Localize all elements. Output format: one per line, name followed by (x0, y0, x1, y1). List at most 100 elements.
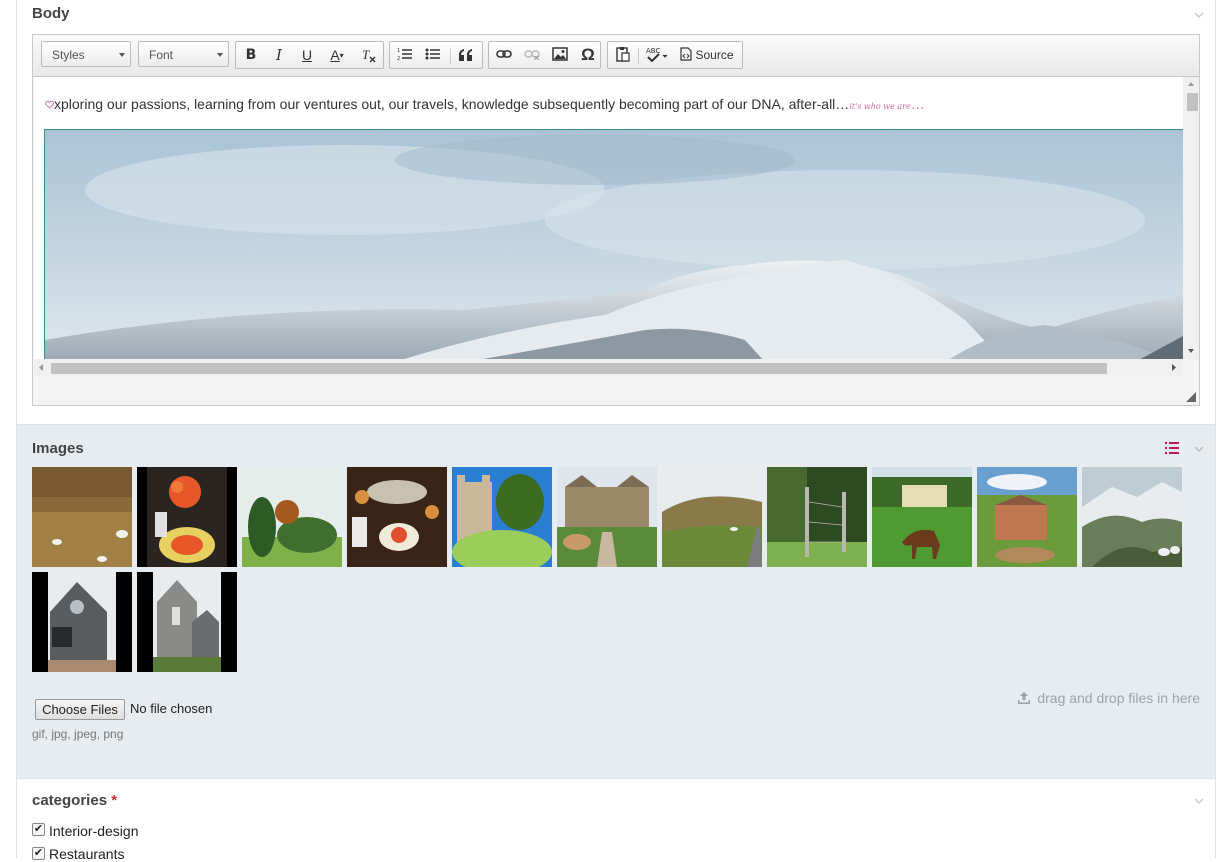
thumbnail-image (872, 467, 972, 567)
thumbnail-image (137, 467, 237, 567)
thumbnail-image (32, 572, 132, 672)
toolbar-separator (638, 48, 639, 64)
unlink-icon (524, 50, 540, 61)
spellcheck-button[interactable]: ABC (642, 44, 672, 66)
special-character-button[interactable]: Ω (575, 44, 601, 66)
categories-section-title: categories * (32, 792, 117, 809)
heart-icon (45, 100, 54, 109)
thumbnail-table-orange-flowers[interactable] (137, 467, 237, 567)
chevron-down-icon (217, 53, 223, 57)
mountain-painting-image[interactable] (44, 129, 1183, 359)
chevron-down-icon (119, 53, 125, 57)
tools-group: ABC Source (607, 41, 743, 69)
intro-dots: … (910, 96, 925, 112)
thumbnail-image (32, 467, 132, 567)
styles-dropdown-label: Styles (52, 48, 85, 62)
paste-from-word-button[interactable] (610, 44, 636, 66)
underline-button[interactable]: U (294, 44, 320, 66)
toolbar-separator (450, 48, 451, 64)
source-button-label: Source (695, 48, 734, 62)
thumbnail-estate-aerial[interactable] (977, 467, 1077, 567)
thumbnail-church-side[interactable] (137, 572, 237, 672)
thumbnail-horse-grazing[interactable] (872, 467, 972, 567)
thumbnail-image (557, 467, 657, 567)
thumbnail-image (662, 467, 762, 567)
resize-handle-icon[interactable] (1186, 392, 1196, 402)
link-button[interactable] (491, 44, 517, 66)
thumbnail-image (767, 467, 867, 567)
link-icon (496, 50, 512, 58)
thumbnail-image (242, 467, 342, 567)
images-section-title: Images (32, 440, 84, 457)
chevron-down-icon[interactable] (1193, 795, 1205, 807)
drag-drop-text: drag and drop files in here (1037, 690, 1200, 706)
thumbnail-church-front[interactable] (32, 572, 132, 672)
editor-content-area[interactable]: xploring our passions, learning from our… (34, 77, 1183, 359)
body-section-title: Body (32, 5, 70, 22)
thumbnail-image (347, 467, 447, 567)
category-checkbox-interior-design[interactable]: ✔ (32, 823, 45, 836)
paste-icon (616, 47, 630, 62)
list-view-icon[interactable] (1165, 442, 1179, 454)
editor-toolbar: Styles Font B I U A▾ T 12 Ω ABC Source (33, 35, 1199, 77)
thumbnail-dining-table[interactable] (347, 467, 447, 567)
italic-button[interactable]: I (266, 44, 292, 66)
thumbnail-highland-road[interactable] (662, 467, 762, 567)
horizontal-scroll-thumb[interactable] (51, 363, 1107, 374)
font-dropdown[interactable]: Font (138, 41, 229, 67)
intro-text: xploring our passions, learning from our… (54, 96, 850, 112)
svg-text:2: 2 (397, 56, 400, 61)
svg-text:1: 1 (397, 48, 400, 54)
thumbnail-image (137, 572, 237, 672)
bulleted-list-icon (425, 48, 440, 60)
allowed-file-types: gif, jpg, jpeg, png (32, 727, 124, 741)
vertical-scroll-thumb[interactable] (1187, 93, 1198, 111)
image-icon (552, 47, 568, 61)
styles-dropdown[interactable]: Styles (41, 41, 131, 67)
intro-script-text: it's who we are (849, 102, 911, 111)
image-button[interactable] (547, 44, 573, 66)
bold-button[interactable]: B (238, 44, 264, 66)
thumbnail-manor-garden-path[interactable] (557, 467, 657, 567)
text-color-button[interactable]: A▾ (322, 44, 352, 66)
list-group: 12 (389, 41, 483, 69)
page-frame-right (1215, 0, 1216, 858)
thumbnail-image (452, 467, 552, 567)
format-group: B I U A▾ T (235, 41, 384, 69)
blockquote-button[interactable] (453, 44, 479, 66)
painting-svg (45, 130, 1183, 359)
category-label-interior-design: Interior-design (49, 823, 139, 839)
blockquote-icon (459, 49, 472, 61)
choose-files-button[interactable]: Choose Files (35, 699, 125, 720)
chevron-down-icon: ▾ (339, 51, 344, 60)
chevron-down-icon[interactable] (1193, 443, 1205, 455)
category-label-restaurants: Restaurants (49, 846, 125, 862)
required-marker: * (111, 792, 118, 809)
remove-format-icon: T (362, 47, 376, 63)
thumbnail-castle-topiary[interactable] (452, 467, 552, 567)
svg-text:T: T (362, 47, 370, 62)
unlink-button[interactable] (519, 44, 545, 66)
thumbnail-fenced-forest[interactable] (767, 467, 867, 567)
insert-group: Ω (488, 41, 601, 69)
categories-title-text: categories (32, 792, 108, 809)
bulleted-list-button[interactable] (420, 44, 446, 66)
intro-paragraph: xploring our passions, learning from our… (45, 96, 925, 112)
source-button[interactable]: Source (674, 44, 740, 66)
chevron-down-icon[interactable] (1193, 9, 1205, 21)
source-icon (680, 47, 693, 61)
upload-icon (1018, 692, 1031, 704)
editor-vertical-scrollbar[interactable] (1183, 77, 1199, 359)
thumbnail-moorland-sheep[interactable] (32, 467, 132, 567)
font-dropdown-label: Font (149, 48, 174, 62)
spellcheck-icon: ABC (646, 47, 668, 63)
editor-horizontal-scrollbar[interactable] (34, 359, 1183, 376)
category-checkbox-restaurants[interactable]: ✔ (32, 847, 45, 860)
drag-drop-zone[interactable]: drag and drop files in here (1017, 690, 1200, 706)
remove-format-button[interactable]: T (356, 44, 382, 66)
text-color-icon: A (330, 47, 340, 63)
scroll-arrows-icon (1188, 82, 1194, 353)
thumbnail-topiary-garden[interactable] (242, 467, 342, 567)
numbered-list-button[interactable]: 12 (392, 44, 418, 66)
thumbnail-mountain-sheep-painting[interactable] (1082, 467, 1182, 567)
